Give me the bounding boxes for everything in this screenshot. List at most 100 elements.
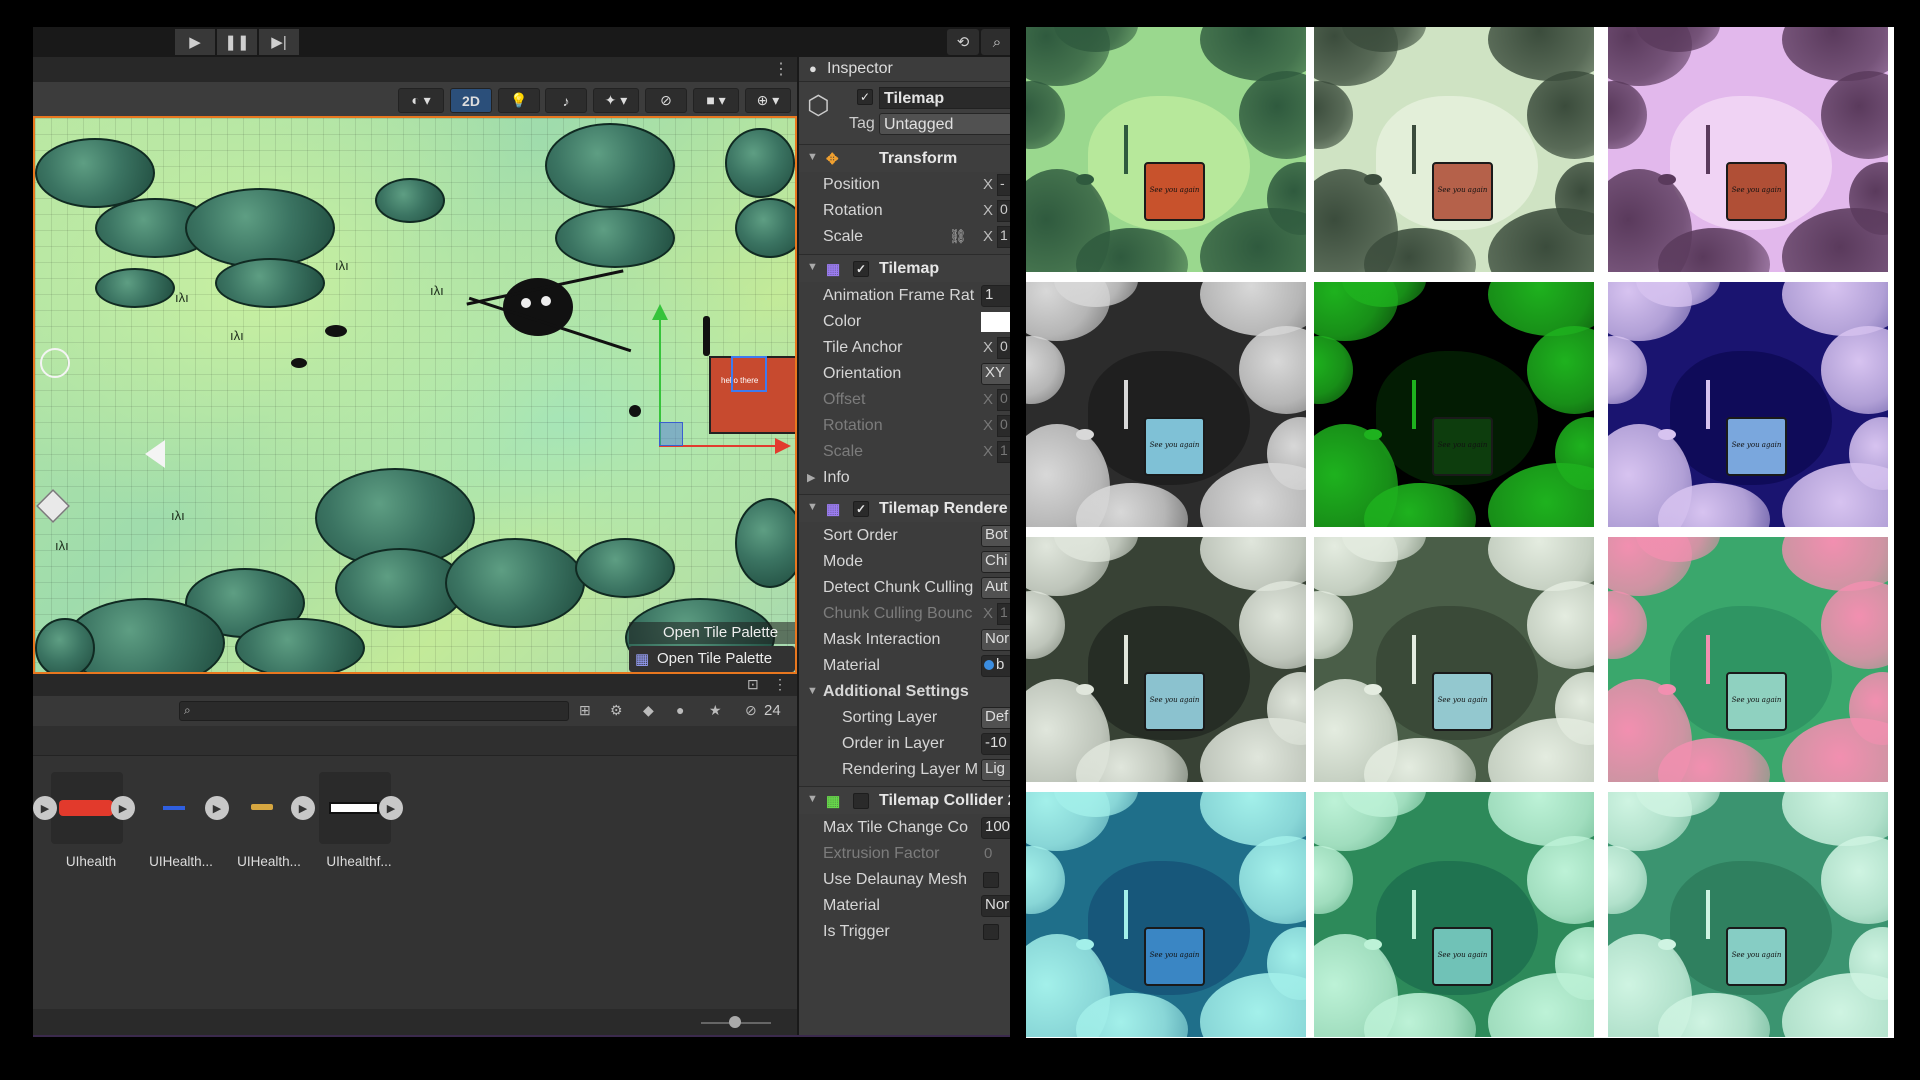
window-bottom-edge: [33, 1035, 1010, 1037]
additional-settings-foldout[interactable]: ▼ Additional Settings: [799, 679, 1010, 705]
detect-chunk-culling-dropdown[interactable]: Aut: [981, 577, 1010, 599]
animation-frame-rate-field[interactable]: 1: [981, 285, 1010, 307]
collider-material-row: Material Nor: [799, 893, 1010, 919]
tree: [215, 258, 325, 308]
grass-tuft: ıλı: [335, 258, 349, 273]
scene-view[interactable]: ıλı ıλı ıλı ıλı ıλı ıλı hello there Open…: [33, 116, 797, 674]
expand-play-icon[interactable]: ▶: [379, 796, 403, 820]
kebab-menu-icon[interactable]: ⋮: [773, 676, 787, 693]
signboard: See you again: [1725, 671, 1788, 731]
label-tag-icon[interactable]: ◆: [643, 702, 654, 719]
max-tile-change-field[interactable]: 100: [981, 817, 1010, 839]
info-foldout[interactable]: ▶ Info: [799, 465, 1010, 491]
expand-play-icon[interactable]: ▶: [111, 796, 135, 820]
scene-visibility-toggle[interactable]: ⊘: [645, 88, 687, 113]
sort-order-dropdown[interactable]: Bot: [981, 525, 1010, 547]
lighting-toggle[interactable]: 💡: [498, 88, 540, 113]
mode-dropdown[interactable]: Chi: [981, 551, 1010, 573]
tile-anchor-x-field[interactable]: 0: [997, 337, 1010, 359]
tree-canopy: [1314, 590, 1354, 660]
component-enabled-checkbox[interactable]: [853, 793, 869, 809]
zoom-slider-thumb[interactable]: [729, 1016, 741, 1028]
field-label: Is Trigger: [823, 923, 890, 940]
field-label: Max Tile Change Co: [823, 819, 968, 836]
sign-text: See you again: [1437, 695, 1488, 704]
hidden-packages-icon[interactable]: ⊘: [745, 702, 757, 719]
history-button[interactable]: ⟲: [947, 29, 979, 55]
sorting-layer-row: Sorting Layer Def: [799, 705, 1010, 731]
filter-by-type-icon[interactable]: ⚙: [610, 702, 623, 719]
tilemap-component-header[interactable]: ▼ ▦ ✓ Tilemap: [799, 254, 1010, 282]
is-trigger-row: Is Trigger: [799, 919, 1010, 945]
scale-x-field[interactable]: 1: [997, 226, 1010, 248]
search-by-type-icon[interactable]: ⊞: [579, 702, 591, 719]
player-character: [1706, 125, 1710, 174]
lightbulb-icon: 💡: [510, 92, 528, 108]
field-label: Chunk Culling Bounc: [823, 605, 973, 622]
position-x-field[interactable]: -: [997, 174, 1010, 196]
order-in-layer-field[interactable]: -10: [981, 733, 1010, 755]
cube-gizmo-icon[interactable]: [36, 489, 70, 523]
constrain-proportions-icon[interactable]: ⛓: [949, 228, 967, 245]
y-axis-arrow-icon[interactable]: [652, 304, 668, 320]
camera-dropdown[interactable]: ■ ▾: [693, 88, 739, 113]
tile-scale-row: Scale X 1: [799, 439, 1010, 465]
rotation-x-field[interactable]: 0: [997, 200, 1010, 222]
open-tile-palette-button[interactable]: ▦ Open Tile Palette: [629, 646, 795, 672]
signboard: See you again: [1431, 926, 1494, 986]
transform-icon: ✥: [826, 151, 839, 168]
material-object-field[interactable]: b: [981, 655, 1010, 677]
project-search-input[interactable]: ⌕: [179, 701, 569, 721]
rendering-layer-mask-dropdown[interactable]: Lig: [981, 759, 1010, 781]
step-button[interactable]: ▶|: [259, 29, 299, 55]
mask-interaction-dropdown[interactable]: Nor: [981, 629, 1010, 651]
use-delaunay-checkbox[interactable]: [983, 872, 999, 888]
color-swatch[interactable]: [981, 312, 1010, 332]
kebab-menu-icon[interactable]: ⋮: [773, 59, 789, 79]
tilemap-collider-component-header[interactable]: ▼ ▦ Tilemap Collider 2: [799, 786, 1010, 814]
component-enabled-checkbox[interactable]: ✓: [853, 501, 869, 517]
open-tile-palette-button-ghost[interactable]: Open Tile Palette: [629, 622, 795, 644]
audio-toggle[interactable]: ♪: [545, 88, 587, 113]
transform-component-header[interactable]: ▼ ✥ Transform: [799, 144, 1010, 172]
sorting-layer-dropdown[interactable]: Def: [981, 707, 1010, 729]
field-label: Color: [823, 313, 862, 330]
xy-plane-handle[interactable]: [659, 422, 683, 446]
lock-icon[interactable]: ⊡: [747, 676, 759, 693]
unity-editor-window: ▶ ❚❚ ▶| ⟲ ⌕ ⋮ ◐ ▾ 2D 💡 ♪ ✦ ▾ ⊘ ■ ▾ ⊕ ▾ ı…: [33, 27, 1010, 1037]
expand-play-icon[interactable]: ▶: [205, 796, 229, 820]
variant-thumbnail: See you again: [1026, 27, 1306, 272]
object-name-field[interactable]: Tilemap: [879, 87, 1010, 109]
globe-icon[interactable]: [40, 348, 70, 378]
tag-dropdown[interactable]: Untagged: [879, 113, 1010, 135]
play-button[interactable]: ▶: [175, 29, 215, 55]
tilemap-renderer-component-header[interactable]: ▼ ▦ ✓ Tilemap Rendere: [799, 494, 1010, 522]
gizmos-dropdown[interactable]: ⊕ ▾: [745, 88, 791, 113]
effects-dropdown[interactable]: ✦ ▾: [593, 88, 639, 113]
tree: [35, 618, 95, 672]
player-character: [1124, 635, 1128, 684]
pause-button[interactable]: ❚❚: [217, 29, 257, 55]
x-axis-arrow-icon[interactable]: [775, 438, 791, 454]
toggle-2d-button[interactable]: 2D: [450, 88, 492, 113]
collapse-caret-icon: ▼: [807, 261, 818, 273]
player-character: [1706, 635, 1710, 684]
project-footer: [33, 1009, 797, 1037]
warning-icon[interactable]: ●: [676, 702, 684, 718]
component-enabled-checkbox[interactable]: ✓: [853, 261, 869, 277]
favorite-star-icon[interactable]: ★: [709, 702, 722, 719]
expand-play-icon[interactable]: ▶: [291, 796, 315, 820]
mask-interaction-row: Mask Interaction Nor: [799, 627, 1010, 653]
expand-play-icon[interactable]: ▶: [33, 796, 57, 820]
field-label: Rotation: [823, 417, 883, 434]
search-button[interactable]: ⌕: [981, 29, 1010, 55]
active-checkbox[interactable]: ✓: [857, 89, 873, 105]
tab-inspector[interactable]: ● Inspector: [799, 57, 1010, 82]
tag-label: Tag: [849, 115, 875, 132]
tile-scale-x-field: 1: [997, 441, 1010, 463]
project-toolbar: ⌕ ⊞ ⚙ ◆ ● ★ ⊘ 24: [33, 696, 797, 726]
shading-mode-dropdown[interactable]: ◐ ▾: [398, 88, 444, 113]
is-trigger-checkbox[interactable]: [983, 924, 999, 940]
orientation-dropdown[interactable]: XY: [981, 363, 1010, 385]
collider-material-field[interactable]: Nor: [981, 895, 1010, 917]
